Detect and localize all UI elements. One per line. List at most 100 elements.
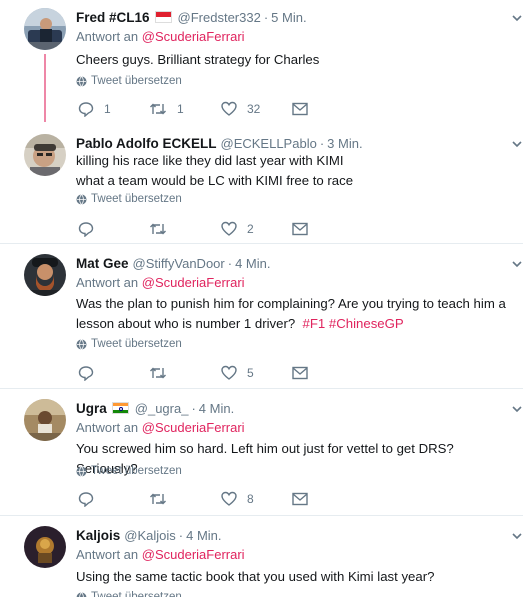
reply-count: 1 (104, 102, 111, 116)
like-count: 5 (247, 366, 254, 380)
tweet-text-line: Cheers guys. Brilliant strategy for Char… (76, 52, 320, 67)
tweet-divider (0, 243, 523, 244)
reply-prefix: Antwort an (76, 420, 139, 435)
avatar[interactable] (24, 8, 66, 50)
heart-icon (221, 101, 237, 116)
timestamp[interactable]: 5 Min. (271, 10, 306, 25)
translate-link[interactable]: Tweet übersetzen (76, 591, 182, 597)
avatar[interactable] (24, 526, 66, 568)
reply-context: Antwort an @ScuderiaFerrari (76, 275, 245, 290)
retweet-icon (150, 103, 166, 115)
retweet-count: 1 (177, 102, 184, 116)
chevron-down-icon[interactable] (511, 258, 523, 270)
dm-button[interactable] (292, 220, 308, 238)
thread-line (44, 54, 46, 122)
display-name[interactable]: Ugra (76, 401, 107, 416)
separator-dot: · (227, 255, 233, 271)
mention-link[interactable]: @ScuderiaFerrari (142, 29, 245, 44)
timestamp[interactable]: 4 Min. (186, 528, 221, 543)
display-name[interactable]: Kaljois (76, 528, 120, 543)
avatar[interactable] (24, 134, 66, 176)
reply-prefix: Antwort an (76, 275, 139, 290)
reply-button[interactable]: 1 (78, 100, 111, 118)
timestamp[interactable]: 4 Min. (235, 256, 270, 271)
hashtag-link[interactable]: #ChineseGP (329, 316, 404, 331)
tweet-header: Ugra @_ugra_ · 4 Min. (76, 399, 516, 417)
reply-context: Antwort an @ScuderiaFerrari (76, 547, 245, 562)
tweet[interactable]: Fred #CL16 @Fredster332 · 5 Min. Antwort… (0, 8, 523, 122)
handle[interactable]: @ECKELLPablo (221, 136, 317, 151)
reply-button[interactable] (78, 220, 94, 238)
retweet-button[interactable] (149, 490, 167, 508)
tweet-text-fragment: lesson about who is number 1 driver? (76, 316, 296, 331)
tweet-actions: 5 (76, 364, 336, 382)
chevron-down-icon[interactable] (511, 138, 523, 150)
handle[interactable]: @_ugra_ (135, 401, 189, 416)
dm-button[interactable] (292, 100, 308, 118)
mention-link[interactable]: @ScuderiaFerrari (142, 420, 245, 435)
envelope-icon (292, 222, 308, 236)
tweet-actions: 8 (76, 490, 336, 508)
reply-context: Antwort an @ScuderiaFerrari (76, 29, 245, 44)
globe-icon (76, 75, 87, 87)
chevron-down-icon[interactable] (511, 530, 523, 542)
display-name[interactable]: Fred #CL16 (76, 10, 150, 25)
avatar[interactable] (24, 399, 66, 441)
translate-label[interactable]: Tweet übersetzen (91, 465, 182, 477)
retweet-button[interactable] (149, 364, 167, 382)
dm-button[interactable] (292, 490, 308, 508)
like-button[interactable]: 2 (221, 220, 254, 238)
translate-link[interactable]: Tweet übersetzen (76, 338, 182, 350)
globe-icon (76, 591, 87, 597)
like-count: 32 (247, 102, 261, 116)
avatar[interactable] (24, 254, 66, 296)
chevron-down-icon[interactable] (511, 403, 523, 415)
tweet[interactable]: Ugra @_ugra_ · 4 Min. Antwort an @Scuder… (0, 399, 523, 509)
retweet-button[interactable] (149, 220, 167, 238)
like-button[interactable]: 32 (221, 100, 260, 118)
like-button[interactable]: 5 (221, 364, 254, 382)
handle[interactable]: @StiffyVanDoor (133, 256, 225, 271)
reply-button[interactable] (78, 490, 94, 508)
mention-link[interactable]: @ScuderiaFerrari (142, 275, 245, 290)
tweet-header: Fred #CL16 @Fredster332 · 5 Min. (76, 8, 516, 26)
translate-link[interactable]: Tweet übersetzen (76, 75, 182, 87)
india-flag-icon (111, 402, 129, 414)
tweet[interactable]: Pablo Adolfo ECKELL @ECKELLPablo · 3 Min… (0, 134, 523, 237)
translate-label[interactable]: Tweet übersetzen (91, 75, 182, 87)
mention-link[interactable]: @ScuderiaFerrari (142, 547, 245, 562)
handle[interactable]: @Fredster332 (178, 10, 261, 25)
globe-icon (76, 465, 87, 477)
tweet-actions: 1 1 32 (76, 100, 336, 118)
reply-icon (78, 366, 94, 381)
reply-context: Antwort an @ScuderiaFerrari (76, 420, 245, 435)
translate-link[interactable]: Tweet übersetzen (76, 193, 182, 205)
reply-icon (78, 102, 94, 117)
reply-prefix: Antwort an (76, 29, 139, 44)
chevron-down-icon[interactable] (511, 12, 523, 24)
handle[interactable]: @Kaljois (124, 528, 176, 543)
like-button[interactable]: 8 (221, 490, 254, 508)
tweet-text: Using the same tactic book that you used… (76, 567, 516, 587)
display-name[interactable]: Pablo Adolfo ECKELL (76, 136, 217, 151)
tweet-header: Mat Gee @StiffyVanDoor · 4 Min. (76, 254, 516, 272)
tweet-text: Was the plan to punish him for complaini… (76, 294, 516, 334)
display-name[interactable]: Mat Gee (76, 256, 129, 271)
dm-button[interactable] (292, 364, 308, 382)
tweet-actions: 2 (76, 220, 336, 238)
translate-label[interactable]: Tweet übersetzen (91, 193, 182, 205)
hashtag-link[interactable]: #F1 (303, 316, 326, 331)
translate-link[interactable]: Tweet übersetzen (76, 465, 182, 477)
retweet-icon (150, 493, 166, 505)
tweet[interactable]: Kaljois @Kaljois · 4 Min. Antwort an @Sc… (0, 526, 523, 597)
tweet[interactable]: Mat Gee @StiffyVanDoor · 4 Min. Antwort … (0, 254, 523, 382)
reply-button[interactable] (78, 364, 94, 382)
like-count: 2 (247, 222, 254, 236)
translate-label[interactable]: Tweet übersetzen (91, 591, 182, 597)
timestamp[interactable]: 4 Min. (199, 401, 234, 416)
heart-icon (221, 365, 237, 380)
translate-label[interactable]: Tweet übersetzen (91, 338, 182, 350)
tweet-divider (0, 515, 523, 516)
retweet-button[interactable]: 1 (149, 100, 184, 118)
timestamp[interactable]: 3 Min. (327, 136, 362, 151)
